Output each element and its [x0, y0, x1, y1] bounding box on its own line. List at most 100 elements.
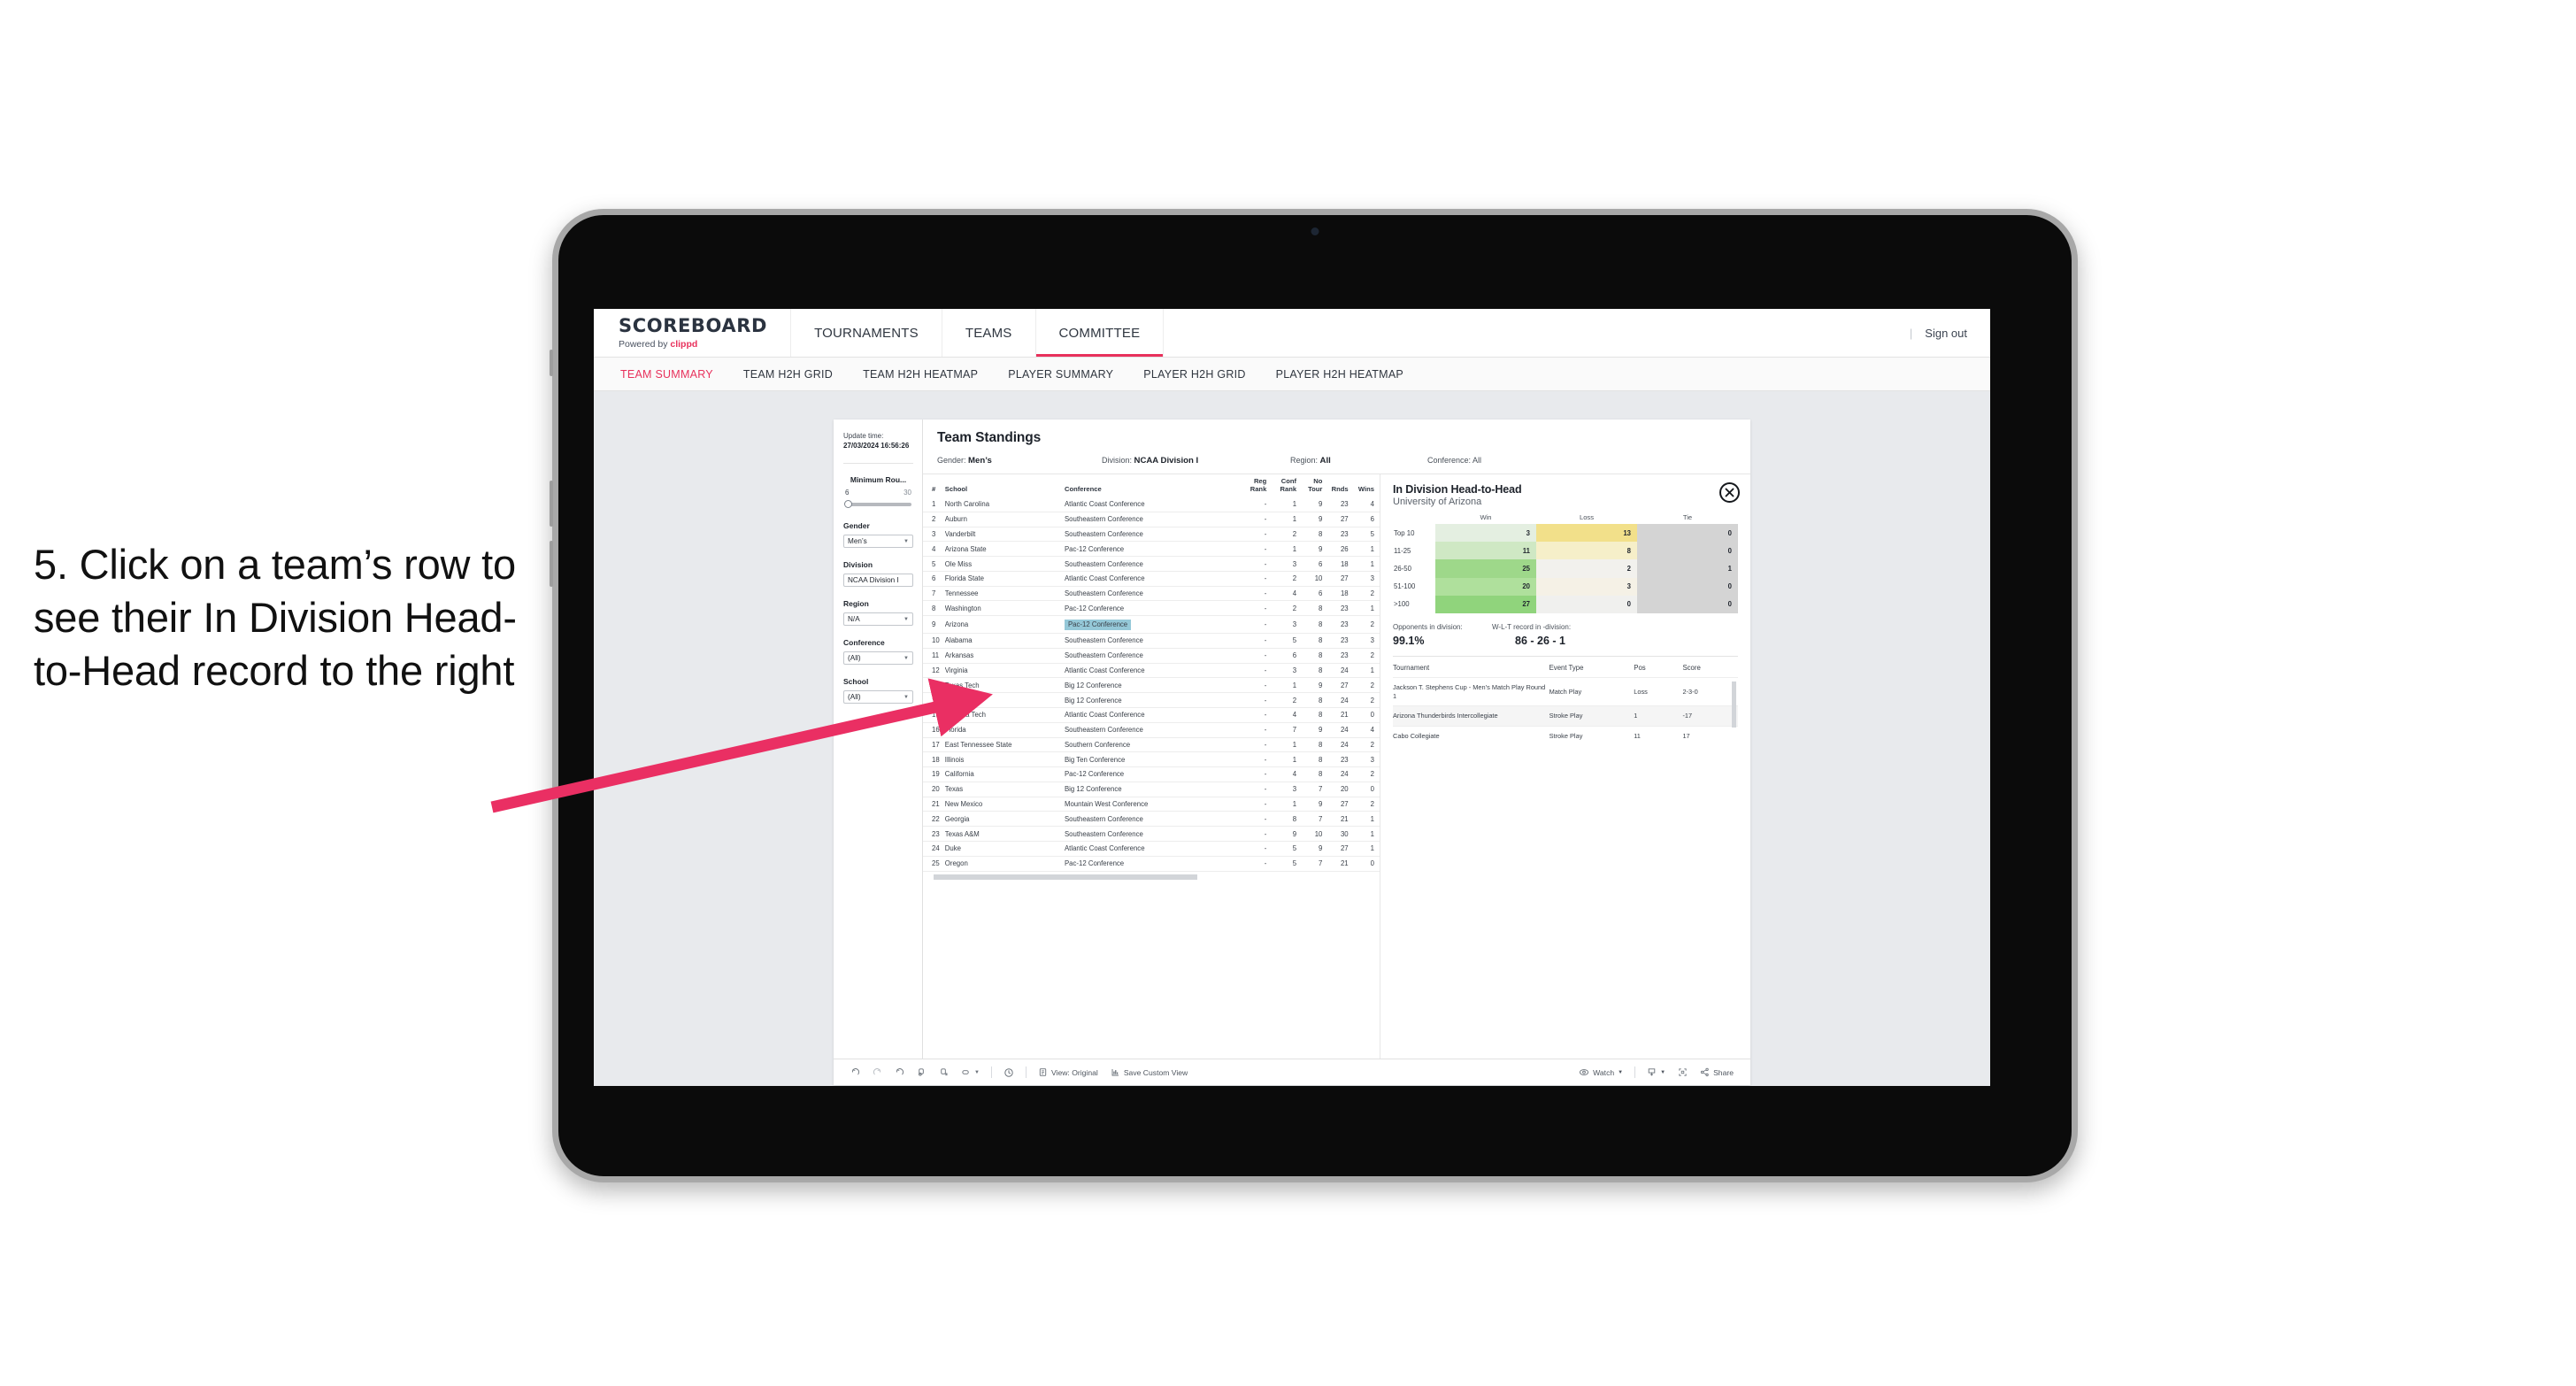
download-button[interactable]: ▼	[1641, 1067, 1672, 1077]
cell-school: Arkansas	[944, 648, 1065, 664]
filter-summary: Gender: Men’s Division: NCAA Division I …	[937, 456, 1736, 474]
tab-team-summary[interactable]: TEAM SUMMARY	[620, 368, 713, 381]
cell-rnds: 23	[1327, 615, 1354, 635]
table-row[interactable]: 12 Virginia Atlantic Coast Conference -3 8 24…	[923, 663, 1380, 679]
share-button[interactable]: Share	[1694, 1067, 1740, 1077]
cell-score: 2-3-0	[1682, 676, 1738, 706]
cell-rnds: 23	[1327, 527, 1354, 543]
sign-out-link[interactable]: Sign out	[1925, 327, 1967, 340]
cell-no-tour: 8	[1302, 633, 1328, 649]
brand-logo[interactable]: SCOREBOARD Powered by clippd	[594, 309, 792, 357]
table-row[interactable]: 3 Vanderbilt Southeastern Conference -2 8 23 5	[923, 527, 1380, 543]
summary-gender-label: Gender:	[937, 456, 969, 465]
conference-select[interactable]: (All) ▼	[843, 651, 913, 666]
table-row[interactable]: 23 Texas A&M Southeastern Conference -9 10 30…	[923, 826, 1380, 842]
tournament-row[interactable]: Jackson T. Stephens Cup - Men’s Match Pl…	[1393, 676, 1738, 706]
gender-select[interactable]: Men’s ▼	[843, 535, 913, 549]
close-icon[interactable]	[1719, 482, 1740, 503]
table-row[interactable]: 9 Arizona Pac-12 Conference -3 8 23 2	[923, 615, 1380, 635]
table-row[interactable]: 10 Alabama Southeastern Conference -5 8 23 3	[923, 633, 1380, 649]
table-row[interactable]: 2 Auburn Southeastern Conference -1 9 27 6	[923, 512, 1380, 527]
tournament-row[interactable]: Cabo Collegiate Stroke Play 11 17	[1393, 725, 1738, 746]
save-custom-view-button[interactable]: Save Custom View	[1104, 1067, 1194, 1077]
scrollbar-thumb[interactable]	[934, 874, 1197, 880]
table-row[interactable]: 19 California Pac-12 Conference -4 8 24 2	[923, 766, 1380, 782]
fullscreen-button[interactable]	[1672, 1067, 1694, 1077]
cell-school: Florida State	[944, 571, 1065, 587]
cell-school: Oklahoma	[944, 692, 1065, 708]
region-select[interactable]: N/A ▼	[843, 612, 913, 627]
highlight-button[interactable]: ▼	[955, 1067, 986, 1077]
refresh-button[interactable]	[911, 1067, 933, 1077]
revert-button[interactable]	[888, 1067, 911, 1077]
table-row[interactable]: 16 Florida Southeastern Conference -7 9 24 4	[923, 722, 1380, 738]
minimum-rounds-slider[interactable]	[843, 499, 913, 509]
cell-reg-rank: -	[1242, 677, 1273, 694]
cell-conference: Southeastern Conference	[1064, 556, 1242, 572]
table-row[interactable]: 17 East Tennessee State Southern Conferenc…	[923, 737, 1380, 753]
table-row[interactable]: 6 Florida State Atlantic Coast Conference -…	[923, 571, 1380, 587]
col-pos: Pos	[1634, 663, 1646, 672]
school-select[interactable]: (All) ▼	[843, 690, 913, 705]
matrix-cell-win: 27	[1435, 595, 1536, 613]
table-row[interactable]: 7 Tennessee Southeastern Conference -4 6 18 2	[923, 586, 1380, 602]
tournament-row[interactable]: Arizona Thunderbirds Intercollegiate Stro…	[1393, 705, 1738, 727]
watch-label: Watch	[1593, 1067, 1615, 1077]
tab-player-h2h-grid[interactable]: PLAYER H2H GRID	[1143, 368, 1245, 381]
table-row[interactable]: 20 Texas Big 12 Conference -3 7 20 0	[923, 782, 1380, 797]
cell-conference: Big Ten Conference	[1064, 751, 1242, 768]
cell-school: New Mexico	[944, 797, 1065, 812]
col-tie: Tie	[1682, 513, 1693, 521]
table-row[interactable]: 5 Ole Miss Southeastern Conference -3 6 18 1	[923, 556, 1380, 572]
cell-no-tour: 9	[1302, 797, 1328, 812]
cell-rnds: 23	[1327, 497, 1354, 512]
table-row[interactable]: 24 Duke Atlantic Coast Conference -5 9 27 1	[923, 841, 1380, 857]
table-row[interactable]: 1 North Carolina Atlantic Coast Conference…	[923, 497, 1380, 512]
cell-conference: Southeastern Conference	[1064, 811, 1242, 828]
undo-button[interactable]	[844, 1067, 866, 1077]
cell-reg-rank: -	[1242, 541, 1273, 558]
tab-player-h2h-heatmap[interactable]: PLAYER H2H HEATMAP	[1276, 368, 1403, 381]
table-row[interactable]: 22 Georgia Southeastern Conference -8 7 21 1	[923, 811, 1380, 828]
conference-highlight: Pac-12 Conference	[1064, 619, 1132, 630]
view-original-button[interactable]: View: Original	[1032, 1067, 1104, 1077]
redo-button[interactable]	[866, 1067, 888, 1077]
table-row[interactable]: 21 New Mexico Mountain West Conference -1 9 2…	[923, 797, 1380, 812]
nav-teams[interactable]: TEAMS	[942, 309, 1036, 357]
table-horizontal-scrollbar[interactable]	[923, 871, 1380, 880]
division-select[interactable]: NCAA Division I ▼	[843, 574, 913, 588]
pause-button[interactable]	[933, 1067, 955, 1077]
cell-school: Texas	[944, 782, 1065, 797]
cell-conference: Southeastern Conference	[1064, 586, 1242, 602]
browser-viewport: SCOREBOARD Powered by clippd TOURNAMENTS…	[594, 309, 1990, 1086]
toolbar-divider	[990, 1066, 992, 1078]
table-row[interactable]: 25 Oregon Pac-12 Conference -5 7 21 0	[923, 856, 1380, 872]
matrix-cell-tie: 0	[1637, 524, 1738, 543]
cell-event-type: Stroke Play	[1549, 725, 1634, 746]
table-row[interactable]: 8 Washington Pac-12 Conference -2 8 23 1	[923, 600, 1380, 617]
filter-minimum-rounds: Minimum Rou... 6 30	[843, 475, 913, 509]
tab-team-h2h-grid[interactable]: TEAM H2H GRID	[743, 368, 833, 381]
save-custom-view-label: Save Custom View	[1123, 1067, 1188, 1077]
tournament-scrollbar[interactable]	[1732, 681, 1736, 728]
nav-tournaments[interactable]: TOURNAMENTS	[791, 309, 942, 357]
cell-no-tour: 8	[1302, 766, 1328, 782]
cell-wins: 2	[1353, 648, 1380, 664]
table-row[interactable]: 14 Oklahoma Big 12 Conference -2 8 24 2	[923, 692, 1380, 708]
nav-committee[interactable]: COMMITTEE	[1035, 309, 1165, 357]
cell-conference: Southeastern Conference	[1064, 527, 1242, 543]
tab-team-h2h-heatmap[interactable]: TEAM H2H HEATMAP	[863, 368, 978, 381]
table-row[interactable]: 15 Georgia Tech Atlantic Coast Conference -…	[923, 707, 1380, 723]
table-row[interactable]: 11 Arkansas Southeastern Conference -6 8 23 2	[923, 648, 1380, 664]
table-row[interactable]: 4 Arizona State Pac-12 Conference -1 9 26 1	[923, 541, 1380, 558]
table-row[interactable]: 18 Illinois Big Ten Conference -1 8 23 3	[923, 751, 1380, 768]
tab-player-summary[interactable]: PLAYER SUMMARY	[1008, 368, 1113, 381]
table-row[interactable]: 13 Texas Tech Big 12 Conference -1 9 27 2	[923, 677, 1380, 694]
slider-handle[interactable]	[844, 500, 852, 509]
cell-wins: 1	[1353, 541, 1380, 558]
division-value: NCAA Division I	[848, 576, 899, 585]
watch-button[interactable]: Watch ▼	[1573, 1067, 1629, 1077]
pause-autoupdate-button[interactable]	[997, 1067, 1020, 1078]
cell-conf-rank: 6	[1272, 648, 1303, 664]
matrix-row: 26-50 25 2 1	[1393, 559, 1738, 578]
